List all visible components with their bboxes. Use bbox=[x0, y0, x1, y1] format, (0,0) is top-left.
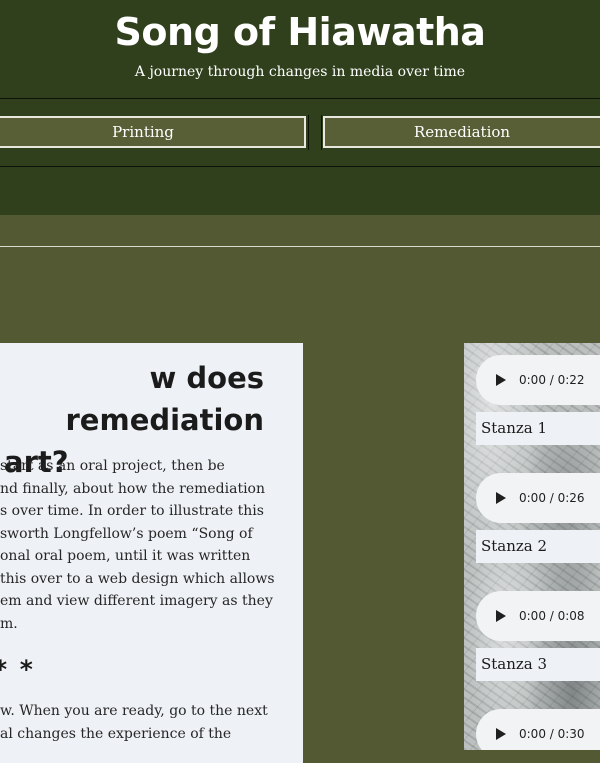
text-line: em and view different imagery as they bbox=[0, 593, 273, 609]
audio-time: 0:00 / 0:22 bbox=[519, 373, 585, 387]
audio-player[interactable]: 0:00 / 0:26 bbox=[476, 473, 600, 523]
text-line: m. bbox=[0, 615, 18, 632]
site-title: Song of Hiawatha bbox=[114, 10, 486, 54]
text-line: sworth Longfellow’s poem “Song of bbox=[0, 525, 253, 542]
play-icon[interactable] bbox=[496, 728, 506, 740]
text-line: w. When you are ready, go to the next bbox=[0, 703, 268, 719]
stanza-label: Stanza 3 bbox=[476, 648, 600, 681]
intro-paragraph: start as an oral project, then be nd fin… bbox=[0, 455, 300, 635]
stanza-label: Stanza 2 bbox=[476, 530, 600, 563]
audio-player[interactable]: 0:00 / 0:30 bbox=[476, 709, 600, 750]
play-icon[interactable] bbox=[496, 610, 506, 622]
nav-separator bbox=[321, 115, 322, 150]
text-line: this over to a web design which allows bbox=[0, 570, 275, 587]
text-line: nd finally, about how the remediation bbox=[0, 480, 265, 497]
nav-item-printing[interactable]: Printing bbox=[0, 116, 306, 148]
audio-time: 0:00 / 0:08 bbox=[519, 609, 585, 623]
nav-bottom-divider bbox=[0, 166, 600, 167]
play-icon[interactable] bbox=[496, 492, 506, 504]
section-divider bbox=[0, 246, 600, 247]
audio-time: 0:00 / 0:26 bbox=[519, 491, 585, 505]
site-header: Song of Hiawatha A journey through chang… bbox=[0, 0, 600, 215]
intro-card: w does remediation art? start as an oral… bbox=[0, 343, 303, 763]
nav-item-remediation[interactable]: Remediation bbox=[323, 116, 600, 148]
audio-player[interactable]: 0:00 / 0:22 bbox=[476, 355, 600, 405]
nav-separator bbox=[308, 115, 309, 150]
intro-paragraph: w. When you are ready, go to the next al… bbox=[0, 700, 300, 745]
audio-time: 0:00 / 0:30 bbox=[519, 727, 585, 741]
audio-player[interactable]: 0:00 / 0:08 bbox=[476, 591, 600, 641]
stanza-label: Stanza 1 bbox=[476, 412, 600, 445]
nav-top-divider bbox=[0, 98, 600, 99]
intro-heading-line: w does remediation bbox=[65, 361, 265, 437]
play-icon[interactable] bbox=[496, 374, 506, 386]
stone-background-panel: 0:00 / 0:22 Stanza 1 0:00 / 0:26 Stanza … bbox=[464, 343, 600, 750]
text-line: onal oral poem, until it was written bbox=[0, 548, 251, 564]
text-line: s over time. In order to illustrate this bbox=[0, 503, 264, 519]
text-line: al changes the experience of the bbox=[0, 725, 232, 742]
section-separator: * * bbox=[0, 655, 35, 684]
site-subtitle: A journey through changes in media over … bbox=[134, 64, 466, 80]
text-line: start as an oral project, then be bbox=[0, 458, 225, 474]
